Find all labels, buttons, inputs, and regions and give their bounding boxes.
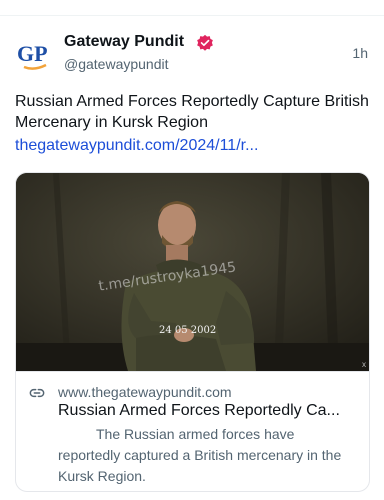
card-domain[interactable]: www.thegatewaypundit.com	[58, 384, 232, 400]
preview-image[interactable]: t.me/rustroyka1945 24 05 2002 x	[16, 173, 369, 371]
link-preview-footer[interactable]: www.thegatewaypundit.com Russian Armed F…	[16, 371, 369, 491]
media-close-mark: x	[362, 360, 366, 369]
author-name[interactable]: Gateway Pundit	[64, 33, 184, 51]
avatar[interactable]: GP	[14, 35, 54, 75]
author-handle[interactable]: @gatewaypundit	[64, 56, 169, 72]
verified-badge-icon	[197, 34, 213, 51]
link-preview-card[interactable]: t.me/rustroyka1945 24 05 2002 x www.theg…	[15, 172, 370, 492]
card-description: The Russian armed forces have reportedly…	[58, 426, 342, 484]
post-card[interactable]: GP Gateway Pundit @gatewaypundit 1h Russ…	[0, 0, 384, 500]
post-link[interactable]: thegatewaypundit.com/2024/11/r...	[15, 135, 258, 156]
gp-logo-icon: GP	[17, 41, 48, 70]
post-time[interactable]: 1h	[352, 45, 368, 61]
post-text: Russian Armed Forces Reportedly Capture …	[15, 93, 369, 131]
card-title[interactable]: Russian Armed Forces Reportedly Ca...	[58, 402, 358, 420]
link-icon	[29, 388, 45, 398]
avatar-text: GP	[17, 41, 48, 66]
image-date-stamp: 24 05 2002	[159, 325, 217, 336]
